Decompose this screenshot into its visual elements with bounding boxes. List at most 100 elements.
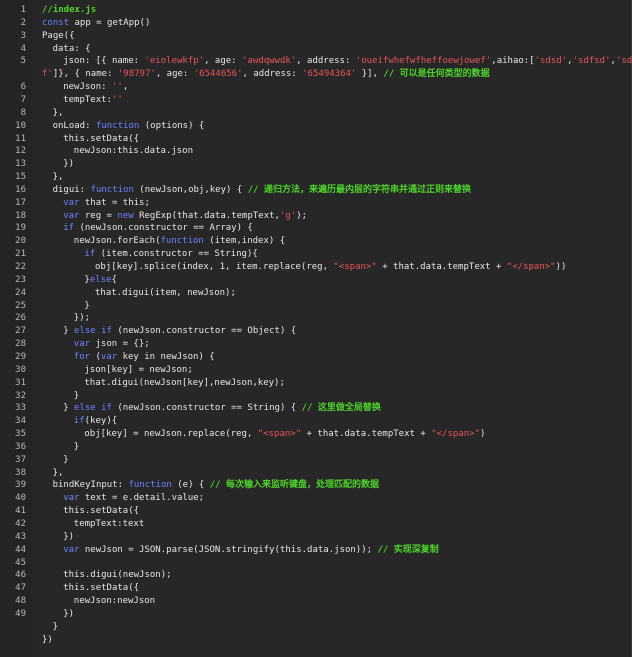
code-token: '98797' xyxy=(117,69,156,80)
code-line[interactable]: 15}, xyxy=(0,171,630,183)
code-line[interactable]: 12 newJson:this.data.json xyxy=(0,145,630,157)
code-token: "</span>" xyxy=(506,262,556,272)
code-token: 'awdqwwdk' xyxy=(242,56,297,67)
code-text: Page({ xyxy=(42,30,75,42)
code-text: newJson: '', xyxy=(63,81,128,93)
code-line[interactable]: }) xyxy=(0,634,630,646)
code-line[interactable]: 27} else if (newJson.constructor == Obje… xyxy=(0,325,630,337)
code-editor[interactable]: 1 //index.js 2 const app = getApp() 3 Page({4… xyxy=(0,0,632,657)
code-line[interactable]: 34 if(key){ xyxy=(0,415,630,427)
code-line[interactable]: 5 json: [{ name: 'eiolewkfp', age: 'awdqw… xyxy=(0,55,632,67)
code-token: , age: xyxy=(204,56,243,67)
line-number: 40 xyxy=(15,493,26,504)
code-token: )) xyxy=(555,262,567,272)
code-line[interactable]: 48 newJson:newJson xyxy=(0,595,630,607)
code-line[interactable]: 8}, xyxy=(0,107,630,119)
code-token: "<span>" xyxy=(257,429,302,440)
line-number: 31 xyxy=(15,377,26,388)
code-line[interactable]: 16 digui: function (newJson,obj,key) { //… xyxy=(0,184,630,196)
code-line[interactable]: 26}); xyxy=(0,312,630,324)
code-line[interactable]: 45 xyxy=(0,557,630,569)
code-line[interactable]: 23}else{ xyxy=(0,274,630,286)
code-line[interactable]: 18 var reg = new RegExp(that.data.tempTex… xyxy=(0,210,630,222)
code-text: if (item.constructor == String){ xyxy=(84,248,257,260)
code-text: var text = e.detail.value; xyxy=(63,492,204,504)
code-token: } xyxy=(52,621,59,632)
code-line[interactable]: 21 if (item.constructor == String){ xyxy=(0,248,630,260)
code-text: json[key] = newJson; xyxy=(84,364,192,376)
code-line[interactable]: 1 //index.js xyxy=(0,4,630,16)
code-text: } xyxy=(53,621,58,633)
code-token: else if xyxy=(74,403,112,414)
code-token: f' xyxy=(42,69,53,80)
code-token: } xyxy=(63,454,69,465)
code-text: onLoad: function (options) { xyxy=(53,120,205,132)
code-line[interactable]: 41 this.setData({ xyxy=(0,505,630,517)
code-line[interactable]: 29 for (var key in newJson) { xyxy=(0,351,630,363)
code-token: ]}, { name: xyxy=(52,69,118,80)
line-number: 24 xyxy=(15,287,26,298)
code-line[interactable]: 33} else if (newJson.constructor == Stri… xyxy=(0,402,630,414)
code-line[interactable]: 30 json[key] = newJson; xyxy=(0,364,630,376)
code-token: text = e.detail.value; xyxy=(79,493,205,504)
line-number: 49 xyxy=(15,608,26,619)
code-line[interactable]: 38}, xyxy=(0,467,630,479)
code-line[interactable]: 35 obj[key] = newJson.replace(reg, "<span… xyxy=(0,428,630,440)
code-line[interactable]: 46 this.digui(newJson); xyxy=(0,569,630,581)
code-line[interactable]: 28 var json = {}; xyxy=(0,338,630,350)
code-line[interactable]: 13}) xyxy=(0,158,630,170)
code-line[interactable]: 3 Page({ xyxy=(0,30,630,42)
code-text: this.setData({ xyxy=(63,505,139,517)
code-token: app = getApp() xyxy=(69,17,151,28)
code-token: Page({ xyxy=(42,30,75,41)
code-text: digui: function (newJson,obj,key) { // 递… xyxy=(53,184,471,196)
code-token: const xyxy=(42,17,70,28)
code-text: obj[key].splice(index, 1, item.replace(r… xyxy=(95,261,566,273)
code-line[interactable]: 4 data: { xyxy=(0,43,630,55)
code-line[interactable]: 11 this.setData({ xyxy=(0,133,630,145)
code-text: } else if (newJson.constructor == Object… xyxy=(63,325,296,337)
code-line[interactable]: 31 that.digui(newJson[key],newJson,key); xyxy=(0,377,630,389)
code-token: }, xyxy=(52,107,64,118)
code-line[interactable]: 10 onLoad: function (options) { xyxy=(0,120,630,132)
code-token: 'eiolewkfp' xyxy=(144,56,205,67)
code-token: reg = xyxy=(79,210,118,221)
code-token: , address: xyxy=(242,69,303,80)
code-line[interactable]: 49}) xyxy=(0,608,630,620)
code-token: (newJson.constructor == String) { xyxy=(111,403,302,414)
code-line[interactable]: 22 obj[key].splice(index, 1, item.replace… xyxy=(0,261,630,273)
code-line[interactable]: } xyxy=(0,621,630,633)
code-line[interactable]: 24 that.digui(item, newJson); xyxy=(0,287,630,299)
code-line[interactable]: 32} xyxy=(0,390,630,402)
code-line[interactable]: 17 var that = this; xyxy=(0,197,630,209)
code-line[interactable]: 2 const app = getApp() xyxy=(0,17,630,29)
code-line[interactable]: 20 newJson.forEach(function (item,index) … xyxy=(0,235,630,247)
code-text: }else{ xyxy=(84,274,117,286)
code-line[interactable]: 44 var newJson = JSON.parse(JSON.stringif… xyxy=(0,544,630,556)
code-text: this.setData({ xyxy=(63,133,139,145)
code-token: key in newJson) { xyxy=(117,351,215,362)
code-line[interactable]: 39 bindKeyInput: function (e) { // 每次输入来监… xyxy=(0,479,630,491)
code-token: '6544656' xyxy=(193,69,243,80)
line-number: 17 xyxy=(15,197,26,208)
code-line[interactable]: 40 var text = e.detail.value; xyxy=(0,492,630,504)
code-line[interactable]: 47 this.setData({ xyxy=(0,582,630,594)
code-line[interactable]: 6 newJson: '', xyxy=(0,81,630,93)
code-text: } xyxy=(74,441,79,453)
code-line[interactable]: f']}, { name: '98797', age: '6544656', a… xyxy=(0,68,630,80)
code-line[interactable]: 36} xyxy=(0,441,630,453)
code-line[interactable]: 37} xyxy=(0,454,630,466)
code-token: if xyxy=(73,416,85,427)
code-token: data: { xyxy=(52,43,91,54)
code-line[interactable]: 42 tempText:text xyxy=(0,518,630,530)
code-line[interactable]: 25} xyxy=(0,300,630,312)
code-line[interactable]: 19 if (newJson.constructor == Array) { xyxy=(0,222,630,234)
code-line[interactable]: 7 tempText:'' xyxy=(0,94,630,106)
line-number: 20 xyxy=(15,236,26,247)
code-text: const app = getApp() xyxy=(42,17,150,29)
code-token: } xyxy=(73,390,80,401)
code-text: that.digui(newJson[key],newJson,key); xyxy=(84,377,284,389)
code-token: function xyxy=(128,480,172,491)
code-line[interactable]: 43}) xyxy=(0,531,630,543)
code-token: }], xyxy=(356,69,384,80)
